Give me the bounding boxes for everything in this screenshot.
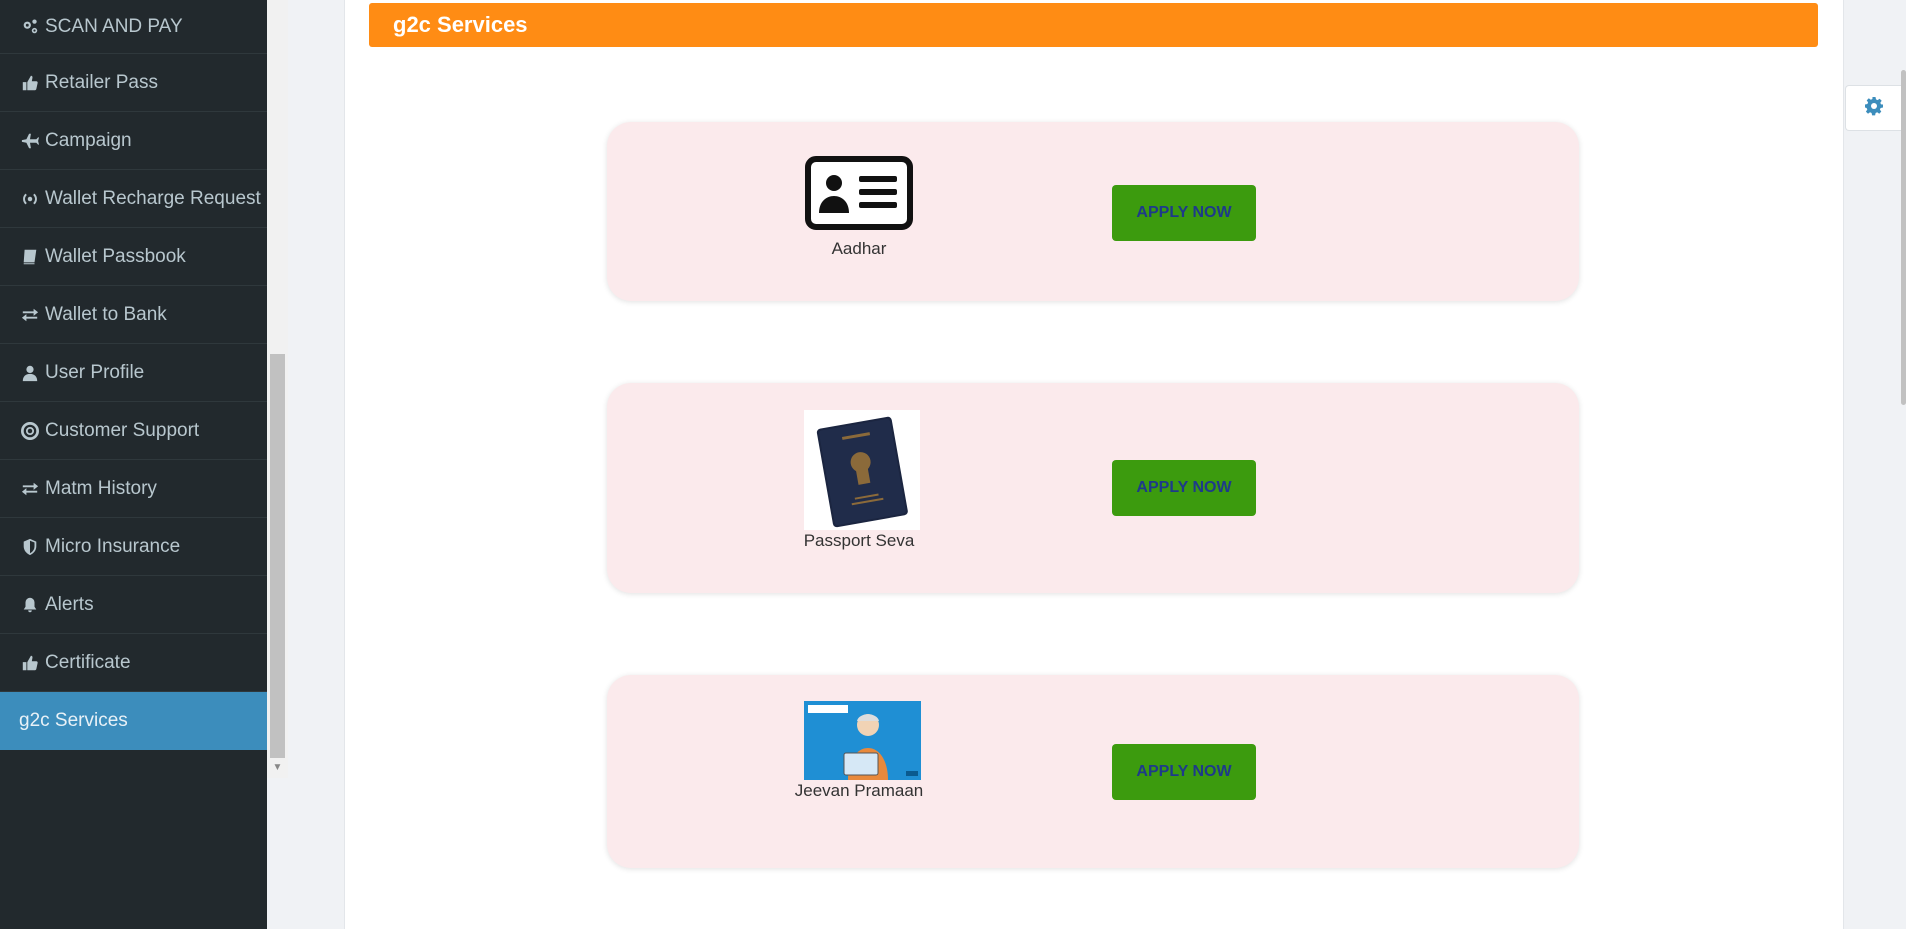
sidebar-item-label: Customer Support (45, 419, 200, 441)
service-name: Aadhar (831, 239, 887, 258)
sidebar-item-wallet-to-bank[interactable]: Wallet to Bank (0, 286, 267, 344)
sidebar-item-label: Wallet Recharge Request (45, 187, 261, 209)
service-card-passport-seva: Passport Seva APPLY NOW (607, 383, 1579, 593)
bell-icon (19, 595, 41, 615)
scroll-down-arrow-icon[interactable]: ▼ (270, 762, 285, 774)
jeevan-pramaan-image (804, 701, 921, 780)
apply-now-button[interactable]: APPLY NOW (1112, 744, 1256, 800)
passport-image (804, 410, 920, 530)
sidebar-item-certificate[interactable]: Certificate (0, 634, 267, 692)
sidebar-item-scan-and-pay[interactable]: SCAN AND PAY (0, 0, 267, 54)
sidebar-item-customer-support[interactable]: Customer Support (0, 402, 267, 460)
shield-icon (19, 537, 41, 557)
service-name: Jeevan Pramaan (794, 781, 924, 800)
sidebar-item-label: Certificate (45, 651, 131, 673)
sidebar-gap (267, 778, 288, 929)
sidebar-item-wallet-passbook[interactable]: Wallet Passbook (0, 228, 267, 286)
thumbs-up-icon (19, 653, 41, 673)
sidebar-item-g2c-services[interactable]: g2c Services (0, 692, 267, 750)
service-card-aadhar: Aadhar APPLY NOW (607, 122, 1579, 301)
sidebar-item-label: User Profile (45, 361, 145, 383)
sidebar-item-label: Campaign (45, 129, 132, 151)
sidebar-item-wallet-recharge-request[interactable]: Wallet Recharge Request (0, 170, 267, 228)
gears-icon (19, 17, 41, 37)
sidebar-item-matm-history[interactable]: Matm History (0, 460, 267, 518)
apply-now-button[interactable]: APPLY NOW (1112, 185, 1256, 241)
signal-icon (19, 189, 41, 209)
sidebar-item-label: SCAN AND PAY (45, 15, 183, 37)
id-card-icon (805, 156, 913, 230)
sidebar-item-label: Retailer Pass (45, 71, 158, 93)
exchange-icon (19, 305, 41, 325)
service-card-jeevan-pramaan: Jeevan Pramaan APPLY NOW (607, 675, 1579, 868)
sidebar-item-alerts[interactable]: Alerts (0, 576, 267, 634)
lifebuoy-icon (19, 421, 41, 441)
book-icon (19, 247, 41, 267)
sidebar-scrollbar-thumb[interactable] (270, 354, 285, 758)
service-name: Passport Seva (803, 531, 915, 550)
gear-icon (1864, 96, 1884, 121)
sidebar-item-campaign[interactable]: Campaign (0, 112, 267, 170)
sidebar-item-user-profile[interactable]: User Profile (0, 344, 267, 402)
apply-now-button[interactable]: APPLY NOW (1112, 460, 1256, 516)
sidebar-item-label: Matm History (45, 477, 157, 499)
page-scrollbar-thumb[interactable] (1901, 70, 1906, 405)
thumbs-up-icon (19, 73, 41, 93)
sidebar: SCAN AND PAY Retailer Pass Campaign Wall… (0, 0, 267, 929)
sidebar-item-label: Micro Insurance (45, 535, 181, 557)
plane-icon (19, 131, 41, 151)
sidebar-item-label: Alerts (45, 593, 94, 615)
sidebar-item-label: g2c Services (19, 710, 128, 731)
page-title: g2c Services (369, 3, 1818, 47)
sidebar-item-micro-insurance[interactable]: Micro Insurance (0, 518, 267, 576)
settings-button[interactable] (1845, 85, 1901, 131)
sidebar-item-retailer-pass[interactable]: Retailer Pass (0, 54, 267, 112)
user-icon (19, 363, 41, 383)
sidebar-item-label: Wallet to Bank (45, 303, 167, 325)
sidebar-item-label: Wallet Passbook (45, 245, 186, 267)
exchange-icon (19, 479, 41, 499)
